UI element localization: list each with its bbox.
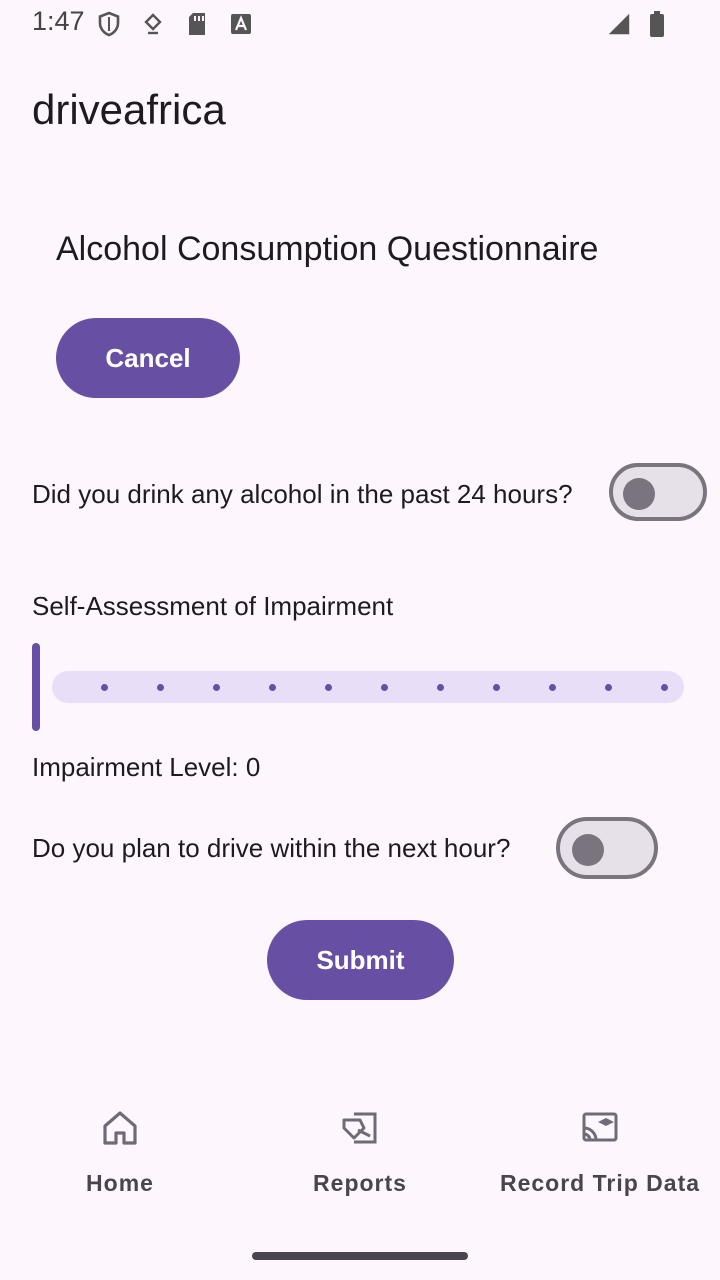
- status-time: 1:47: [32, 6, 85, 36]
- gesture-home-indicator[interactable]: [252, 1252, 468, 1260]
- cancel-button[interactable]: Cancel: [56, 318, 240, 398]
- download-icon: [140, 10, 166, 38]
- nav-reports-label: Reports: [313, 1170, 407, 1196]
- nav-reports[interactable]: Reports: [240, 1100, 480, 1210]
- font-a-icon: [228, 10, 254, 38]
- questionnaire-title: Alcohol Consumption Questionnaire: [56, 230, 599, 268]
- drink-alcohol-switch[interactable]: [609, 463, 707, 521]
- slider-tick: [212, 684, 220, 691]
- plan-to-drive-switch[interactable]: [556, 817, 658, 879]
- reports-icon: [340, 1108, 380, 1148]
- slider-tick: [100, 684, 108, 691]
- shield-icon: [96, 10, 122, 38]
- signal-icon: [606, 10, 632, 38]
- slider-tick: [324, 684, 332, 691]
- drive-question-label: Do you plan to drive within the next hou…: [32, 833, 511, 863]
- battery-icon: [644, 10, 670, 38]
- slider-tick: [604, 684, 612, 691]
- impairment-slider-track[interactable]: [52, 671, 684, 703]
- submit-button[interactable]: Submit: [267, 920, 454, 1000]
- switch-thumb: [623, 478, 655, 510]
- switch-thumb: [572, 834, 604, 866]
- impairment-slider-handle[interactable]: [32, 643, 40, 731]
- slider-tick: [156, 684, 164, 691]
- slider-tick: [492, 684, 500, 691]
- slider-tick: [548, 684, 556, 691]
- slider-tick: [436, 684, 444, 691]
- slider-tick: [268, 684, 276, 691]
- nav-record-trip-label: Record Trip Data: [499, 1170, 701, 1196]
- impairment-level-text: Impairment Level: 0: [32, 752, 261, 782]
- app-title: driveafrica: [32, 86, 226, 133]
- home-icon: [100, 1108, 140, 1148]
- sd-card-icon: [184, 10, 210, 38]
- nav-record-trip-data[interactable]: Record Trip Data: [480, 1100, 720, 1210]
- slider-tick: [380, 684, 388, 691]
- impairment-heading: Self-Assessment of Impairment: [32, 591, 394, 621]
- slider-tick: [660, 684, 668, 691]
- record-trip-icon: [580, 1108, 620, 1148]
- drink-question-label: Did you drink any alcohol in the past 24…: [32, 479, 573, 509]
- nav-home[interactable]: Home: [0, 1100, 240, 1210]
- nav-home-label: Home: [86, 1170, 154, 1196]
